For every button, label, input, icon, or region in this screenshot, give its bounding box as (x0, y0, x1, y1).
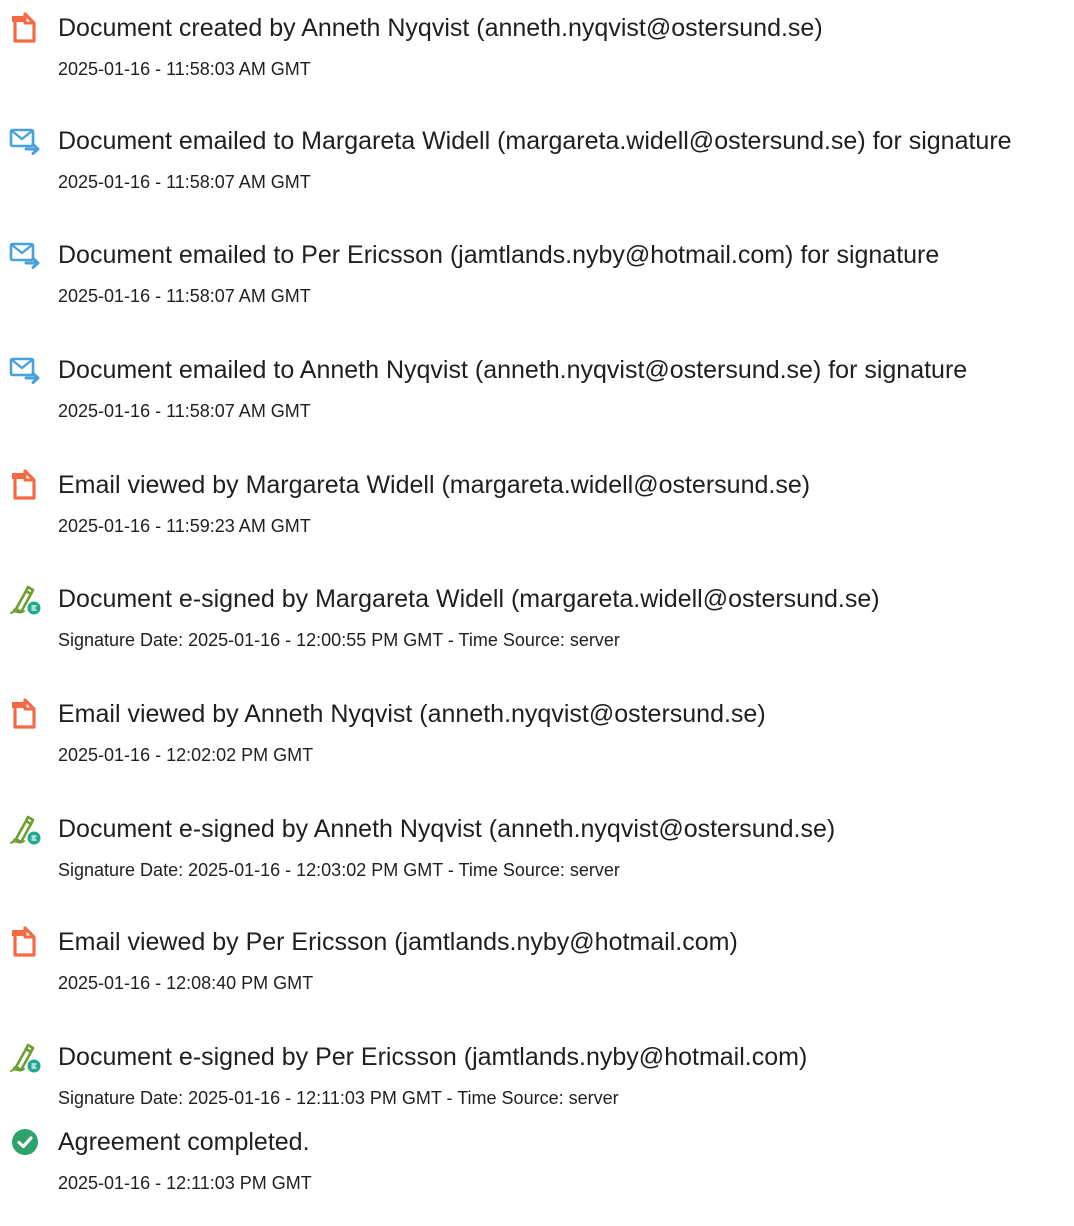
event-timestamp: 2025-01-16 - 12:11:03 PM GMT (58, 1173, 312, 1193)
event-timestamp: 2025-01-16 - 12:02:02 PM GMT (58, 745, 314, 765)
event-title: Email viewed by Margareta Widell (margar… (58, 471, 811, 499)
event-title: Email viewed by Per Ericsson (jamtlands.… (58, 928, 738, 956)
event-timestamp: 2025-01-16 - 11:58:03 AM GMT (58, 59, 311, 79)
audit-event: Email viewed by Per Ericsson (jamtlands.… (0, 926, 1074, 1026)
document-icon (12, 469, 36, 500)
event-timestamp: Signature Date: 2025-01-16 - 12:11:03 PM… (58, 1088, 619, 1108)
check-circle-icon (12, 1129, 38, 1155)
event-timestamp: 2025-01-16 - 11:58:07 AM GMT (58, 286, 311, 306)
document-icon (12, 926, 36, 957)
event-title: Document created by Anneth Nyqvist (anne… (58, 14, 823, 42)
esign-icon (10, 1043, 41, 1073)
event-timestamp: Signature Date: 2025-01-16 - 12:03:02 PM… (58, 860, 620, 880)
email-icon (9, 242, 40, 269)
audit-event: Email viewed by Anneth Nyqvist (anneth.n… (0, 698, 1074, 798)
event-timestamp: Signature Date: 2025-01-16 - 12:00:55 PM… (58, 630, 620, 650)
event-title: Agreement completed. (58, 1128, 310, 1156)
event-title: Document e-signed by Margareta Widell (m… (58, 585, 880, 613)
email-icon (9, 128, 40, 155)
audit-event: Document created by Anneth Nyqvist (anne… (0, 12, 1074, 112)
event-timestamp: 2025-01-16 - 11:58:07 AM GMT (58, 172, 311, 192)
email-icon (9, 357, 40, 384)
event-title: Document e-signed by Anneth Nyqvist (ann… (58, 815, 836, 843)
event-title: Email viewed by Anneth Nyqvist (anneth.n… (58, 700, 766, 728)
event-title: Document emailed to Anneth Nyqvist (anne… (58, 356, 968, 384)
event-title: Document emailed to Margareta Widell (ma… (58, 127, 1012, 155)
document-icon (12, 12, 36, 43)
audit-event: Document emailed to Margareta Widell (ma… (0, 125, 1074, 225)
event-timestamp: 2025-01-16 - 11:59:23 AM GMT (58, 516, 311, 536)
document-icon (12, 698, 36, 729)
event-title: Document e-signed by Per Ericsson (jamtl… (58, 1043, 808, 1071)
audit-event: Agreement completed. 2025-01-16 - 12:11:… (0, 1126, 1074, 1226)
esign-icon (10, 815, 41, 845)
audit-event: Document emailed to Per Ericsson (jamtla… (0, 239, 1074, 339)
event-timestamp: 2025-01-16 - 11:58:07 AM GMT (58, 401, 311, 421)
audit-event: Email viewed by Margareta Widell (margar… (0, 469, 1074, 569)
audit-event: Document emailed to Anneth Nyqvist (anne… (0, 354, 1074, 454)
esign-icon (10, 585, 41, 615)
event-timestamp: 2025-01-16 - 12:08:40 PM GMT (58, 973, 314, 993)
audit-event: Document e-signed by Margareta Widell (m… (0, 583, 1074, 683)
event-title: Document emailed to Per Ericsson (jamtla… (58, 241, 940, 269)
audit-event: Document e-signed by Anneth Nyqvist (ann… (0, 813, 1074, 913)
